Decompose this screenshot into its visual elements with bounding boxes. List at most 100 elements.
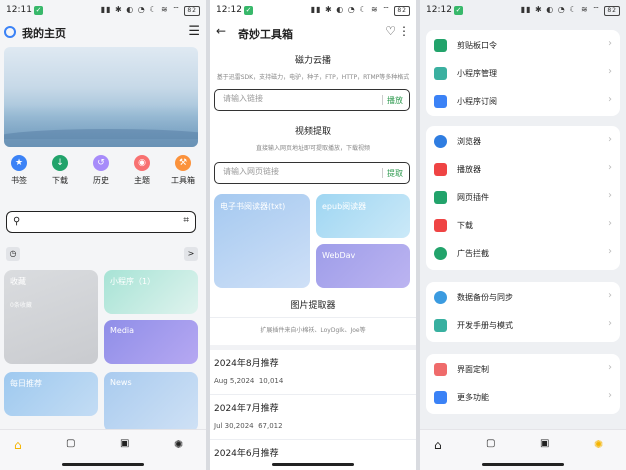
- home-banner-image[interactable]: [4, 47, 198, 147]
- clock-icon[interactable]: ◷: [6, 247, 20, 261]
- more-icon: [434, 391, 447, 404]
- epub-reader-card[interactable]: epub阅读器: [316, 194, 410, 238]
- tabs-icon[interactable]: ▢: [486, 438, 500, 452]
- home-search-bar[interactable]: ⚲ ⌗: [6, 211, 196, 233]
- quick-download[interactable]: ↓ 下载: [43, 155, 77, 186]
- month-title[interactable]: 2024年6月推荐: [214, 446, 279, 459]
- chevron-right-icon: ›: [608, 134, 612, 145]
- settings-icon[interactable]: ✺: [174, 438, 188, 452]
- magnet-play-button[interactable]: 播放: [387, 95, 403, 106]
- settings-row-web-plugin[interactable]: 网页插件 ›: [426, 184, 620, 212]
- month-title[interactable]: 2024年8月推荐: [214, 356, 279, 369]
- chevron-right-icon: ›: [608, 66, 612, 77]
- bottom-nav: ⌂ ▢ ▣ ✺: [0, 429, 206, 470]
- tile-favorites-count: 0条收藏: [10, 302, 32, 309]
- row-label: 界面定制: [457, 365, 489, 374]
- settings-row-developer[interactable]: 开发手册与模式 ›: [426, 312, 620, 340]
- app-logo-icon[interactable]: [4, 26, 16, 38]
- quick-history-label: 历史: [93, 176, 109, 185]
- chevron-right-icon: ›: [608, 318, 612, 329]
- divider: [210, 439, 416, 440]
- magnet-title: 磁力云播: [294, 56, 331, 66]
- settings-group-miniprogram: 剪贴板口令 › 小程序管理 › 小程序订阅 ›: [426, 30, 620, 116]
- settings-icon[interactable]: ✺: [594, 438, 608, 452]
- ebook-reader-card[interactable]: 电子书阅读器(txt): [214, 194, 310, 288]
- status-time: 12:12: [426, 5, 452, 15]
- tile-news[interactable]: News: [104, 372, 198, 432]
- tile-daily[interactable]: 每日推荐: [4, 372, 98, 416]
- row-label: 播放器: [457, 165, 481, 174]
- settings-row-player[interactable]: 播放器 ›: [426, 156, 620, 184]
- battery-icon: 82: [604, 6, 620, 16]
- home-icon[interactable]: ⌂: [434, 438, 448, 452]
- quick-bookmark[interactable]: ★ 书签: [2, 155, 36, 186]
- chevron-right-icon: ›: [608, 94, 612, 105]
- magnet-link-input[interactable]: [221, 93, 375, 104]
- settings-group-data: 数据备份与同步 › 开发手册与模式 ›: [426, 282, 620, 342]
- gesture-bar: [272, 463, 354, 466]
- notification-icon: ✓: [244, 6, 253, 15]
- quick-download-label: 下载: [52, 176, 68, 185]
- heart-icon[interactable]: ♡: [385, 24, 396, 38]
- webdav-card[interactable]: WebDav: [316, 244, 410, 288]
- video-title: 视频提取: [294, 127, 331, 137]
- settings-row-ui-custom[interactable]: 界面定制 ›: [426, 356, 620, 384]
- row-label: 小程序管理: [457, 69, 497, 78]
- home-icon[interactable]: ⌂: [14, 438, 28, 452]
- tabs-icon[interactable]: ▢: [66, 438, 80, 452]
- settings-row-miniprogram-subscribe[interactable]: 小程序订阅 ›: [426, 88, 620, 116]
- settings-row-backup[interactable]: 数据备份与同步 ›: [426, 284, 620, 312]
- toolbox-screen: 12:12 ✓ ▮▮ ✱ ◐ ◔ ☾ ≋ ⌔ 82 ← 奇妙工具箱 ♡ ⋮ 磁力云…: [210, 0, 416, 470]
- help-icon: [434, 319, 447, 332]
- signal-icon: ▮▮ ✱ ◐ ◔ ☾ ≋ ⌔: [310, 5, 395, 14]
- video-url-input[interactable]: [221, 166, 375, 177]
- tile-media[interactable]: Media: [104, 320, 198, 364]
- menu-icon[interactable]: ☰: [188, 24, 200, 39]
- settings-row-download[interactable]: 下载 ›: [426, 212, 620, 240]
- month-count: 67,012: [258, 422, 283, 430]
- battery-icon: 82: [394, 6, 410, 16]
- chevron-right-icon: ›: [608, 162, 612, 173]
- quick-theme-label: 主题: [134, 176, 150, 185]
- month-title[interactable]: 2024年7月推荐: [214, 401, 279, 414]
- row-label: 开发手册与模式: [457, 321, 513, 330]
- chevron-right-icon: ›: [608, 246, 612, 257]
- scan-icon[interactable]: ⌗: [183, 215, 189, 226]
- settings-row-miniprogram-manage[interactable]: 小程序管理 ›: [426, 60, 620, 88]
- quick-history[interactable]: ↺ 历史: [84, 155, 118, 186]
- history-icon: ↺: [93, 155, 109, 171]
- gesture-bar: [62, 463, 144, 466]
- input-separator: [382, 168, 383, 178]
- home-screen: 12:11 ✓ ▮▮ ✱ ◐ ◔ ☾ ≋ ⌔ 82 我的主页 ☰ ★ 书签 ↓ 下…: [0, 0, 206, 470]
- window-count-icon[interactable]: ▣: [540, 438, 554, 452]
- settings-row-more[interactable]: 更多功能 ›: [426, 384, 620, 412]
- video-extract-button[interactable]: 提取: [387, 168, 403, 179]
- settings-row-browser[interactable]: 浏览器 ›: [426, 128, 620, 156]
- history-expand-button[interactable]: >: [184, 247, 198, 261]
- ebook-reader-label: 电子书阅读器(txt): [220, 202, 286, 211]
- chevron-right-icon: ›: [608, 290, 612, 301]
- row-label: 小程序订阅: [457, 97, 497, 106]
- window-count-icon[interactable]: ▣: [120, 438, 134, 452]
- quick-toolbox[interactable]: ⚒ 工具箱: [166, 155, 200, 186]
- image-extractor-title[interactable]: 图片提取器: [210, 298, 416, 311]
- settings-row-adblock[interactable]: 广告拦截 ›: [426, 240, 620, 268]
- toolbox-icon: ⚒: [175, 155, 191, 171]
- tile-miniprogram[interactable]: 小程序（1）: [104, 270, 198, 314]
- divider: [210, 317, 416, 318]
- tile-miniprogram-label: 小程序（1）: [110, 277, 156, 286]
- status-time: 12:12: [216, 5, 242, 15]
- quick-theme[interactable]: ◉ 主题: [125, 155, 159, 186]
- tile-daily-label: 每日推荐: [10, 379, 42, 388]
- more-vertical-icon[interactable]: ⋮: [398, 24, 410, 38]
- back-arrow-icon[interactable]: ←: [216, 24, 226, 38]
- tile-favorites[interactable]: 收藏 0条收藏: [4, 270, 98, 364]
- clipboard-icon: [434, 39, 447, 52]
- banner-hill: [4, 129, 198, 147]
- toolbox-header: ← 奇妙工具箱 ♡ ⋮: [210, 24, 416, 42]
- notification-icon: ✓: [454, 6, 463, 15]
- webdav-label: WebDav: [322, 251, 356, 260]
- magnet-input-box: 播放: [214, 89, 410, 111]
- status-time: 12:11: [6, 5, 32, 15]
- settings-row-clipboard[interactable]: 剪贴板口令 ›: [426, 32, 620, 60]
